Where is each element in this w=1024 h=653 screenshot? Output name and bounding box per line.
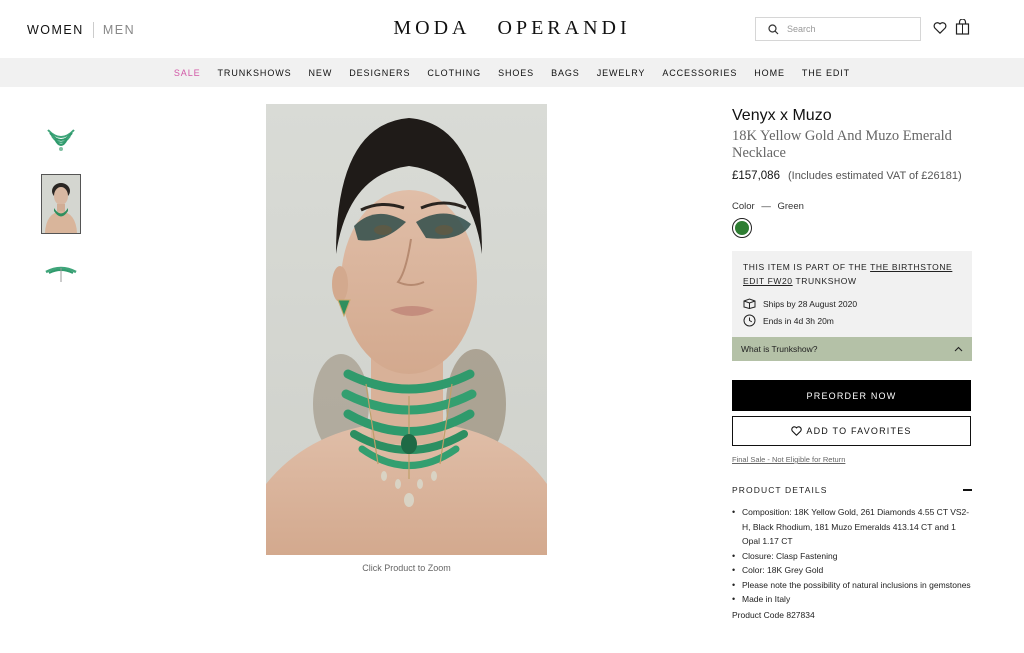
add-to-favorites-label: ADD TO FAVORITES [806, 426, 912, 436]
nav-item-new[interactable]: NEW [309, 68, 333, 78]
thumbnail-necklace-detail[interactable] [41, 262, 81, 284]
logo-word-moda: MODA [393, 17, 471, 39]
nav-item-jewelry[interactable]: JEWELRY [597, 68, 646, 78]
logo-word-operandi: OPERANDI [497, 17, 631, 39]
product-details-toggle[interactable]: PRODUCT DETAILS [732, 485, 972, 495]
trunkshow-note: THIS ITEM IS PART OF THE THE BIRTHSTONE … [743, 260, 961, 288]
final-sale-link[interactable]: Final Sale - Not Eligible for Return [732, 455, 972, 464]
price-row: £157,086 (Includes estimated VAT of £261… [732, 170, 972, 182]
vat-note: (Includes estimated VAT of £26181) [787, 170, 962, 182]
model-thumbnail-image [42, 175, 80, 233]
nav-item-shoes[interactable]: SHOES [498, 68, 534, 78]
color-value: Green [777, 201, 804, 212]
necklace-detail-thumbnail-image [45, 266, 77, 282]
product-main-image[interactable] [266, 104, 547, 555]
nav-item-bags[interactable]: BAGS [551, 68, 580, 78]
site-header: WOMEN MEN MODA OPERANDI [0, 0, 1024, 58]
product-price: £157,086 [732, 170, 780, 182]
add-to-favorites-button[interactable]: ADD TO FAVORITES [732, 416, 971, 446]
detail-color: Color: 18K Grey Gold [732, 563, 972, 578]
swatch-dot [735, 221, 749, 235]
zoom-caption: Click Product to Zoom [362, 563, 451, 573]
model-portrait-illustration [266, 118, 547, 555]
preorder-button[interactable]: PREORDER NOW [732, 380, 971, 411]
color-row: Color — Green [732, 201, 972, 212]
clock-icon [743, 314, 756, 327]
color-dash: — [761, 201, 771, 212]
heart-icon [791, 426, 803, 436]
product-details-heading: PRODUCT DETAILS [732, 485, 828, 495]
nav-item-designers[interactable]: DESIGNERS [349, 68, 410, 78]
search-icon [768, 23, 779, 34]
nav-item-sale[interactable]: SALE [174, 68, 201, 78]
ships-text: Ships by 28 August 2020 [763, 298, 858, 309]
color-label: Color [732, 201, 755, 212]
trunkshow-box: THIS ITEM IS PART OF THE THE BIRTHSTONE … [732, 251, 972, 337]
nav-item-clothing[interactable]: CLOTHING [427, 68, 481, 78]
search-input[interactable] [787, 24, 907, 34]
thumbnail-model[interactable] [41, 174, 81, 234]
color-swatch-green[interactable] [732, 218, 752, 238]
bag-icon[interactable] [955, 19, 970, 35]
trunkshow-intro: THIS ITEM IS PART OF THE [743, 262, 871, 272]
product-details-list: Composition: 18K Yellow Gold, 261 Diamon… [732, 505, 972, 607]
detail-closure: Closure: Clasp Fastening [732, 549, 972, 564]
detail-inclusions: Please note the possibility of natural i… [732, 578, 972, 593]
product-brand[interactable]: Venyx x Muzo [732, 106, 972, 126]
necklace-thumbnail-image [47, 129, 75, 151]
chevron-up-icon [954, 346, 963, 352]
ends-row: Ends in 4d 3h 20m [743, 314, 961, 327]
heart-icon[interactable] [933, 21, 947, 35]
thumbnail-necklace[interactable] [41, 120, 81, 158]
ships-row: Ships by 28 August 2020 [743, 298, 961, 309]
minus-icon [963, 489, 972, 491]
detail-composition: Composition: 18K Yellow Gold, 261 Diamon… [732, 505, 972, 549]
box-icon [743, 298, 756, 309]
search-box[interactable] [755, 17, 921, 41]
nav-item-trunkshows[interactable]: TRUNKSHOWS [218, 68, 292, 78]
detail-origin: Made in Italy [732, 592, 972, 607]
nav-item-the-edit[interactable]: THE EDIT [802, 68, 850, 78]
main-nav: SALE TRUNKSHOWS NEW DESIGNERS CLOTHING S… [0, 58, 1024, 87]
product-code: Product Code 827834 [732, 609, 815, 620]
trunkshow-suffix: TRUNKSHOW [792, 276, 857, 286]
ends-text: Ends in 4d 3h 20m [763, 315, 834, 326]
product-name: 18K Yellow Gold And Muzo Emerald Necklac… [732, 128, 952, 161]
nav-item-home[interactable]: HOME [754, 68, 785, 78]
what-is-trunkshow-toggle[interactable]: What is Trunkshow? [732, 337, 972, 361]
nav-item-accessories[interactable]: ACCESSORIES [662, 68, 737, 78]
what-is-trunkshow-label: What is Trunkshow? [741, 344, 818, 354]
product-info-panel: Venyx x Muzo 18K Yellow Gold And Muzo Em… [732, 106, 972, 620]
